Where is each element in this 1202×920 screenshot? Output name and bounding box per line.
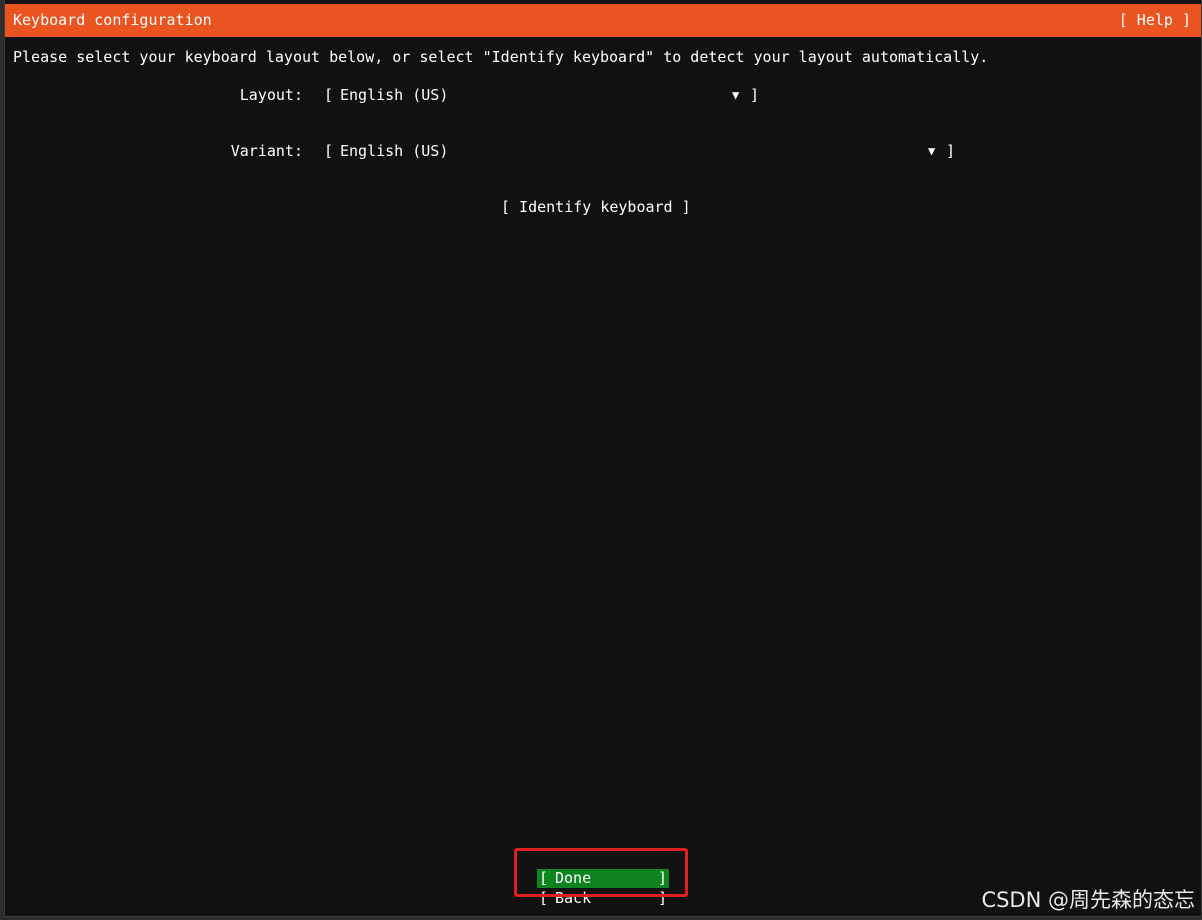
back-button[interactable]: [ Back ] bbox=[537, 889, 669, 908]
page-title: Keyboard configuration bbox=[13, 11, 212, 29]
layout-right-bracket: ] bbox=[750, 86, 760, 104]
layout-left-bracket: [ bbox=[324, 86, 334, 104]
variant-right-bracket: ] bbox=[946, 142, 956, 160]
watermark-text: CSDN @周先森的态忘 bbox=[981, 888, 1195, 912]
chevron-down-icon: ▼ bbox=[928, 144, 936, 158]
variant-dropdown[interactable]: [ English (US) ▼ ] bbox=[324, 142, 960, 161]
layout-label: Layout: bbox=[239, 86, 303, 104]
variant-label: Variant: bbox=[230, 142, 303, 160]
done-left-bracket: [ bbox=[539, 869, 549, 887]
done-button[interactable]: [ Done ] bbox=[537, 869, 669, 888]
title-bar: Keyboard configuration [ Help ] bbox=[5, 4, 1201, 37]
help-button[interactable]: [ Help ] bbox=[1119, 11, 1191, 29]
done-label: Done bbox=[555, 869, 592, 887]
installer-screen: Keyboard configuration [ Help ] Please s… bbox=[4, 0, 1202, 917]
layout-dropdown[interactable]: [ English (US) ▼ ] bbox=[324, 86, 764, 105]
chevron-down-icon: ▼ bbox=[732, 88, 740, 102]
identify-keyboard-button[interactable]: [ Identify keyboard ] bbox=[501, 198, 691, 216]
variant-value: English (US) bbox=[340, 142, 449, 160]
variant-left-bracket: [ bbox=[324, 142, 334, 160]
back-left-bracket: [ bbox=[539, 889, 549, 907]
instructions-text: Please select your keyboard layout below… bbox=[13, 48, 989, 66]
layout-value: English (US) bbox=[340, 86, 449, 104]
back-label: Back bbox=[555, 889, 592, 907]
done-right-bracket: ] bbox=[657, 869, 667, 887]
back-right-bracket: ] bbox=[657, 889, 667, 907]
